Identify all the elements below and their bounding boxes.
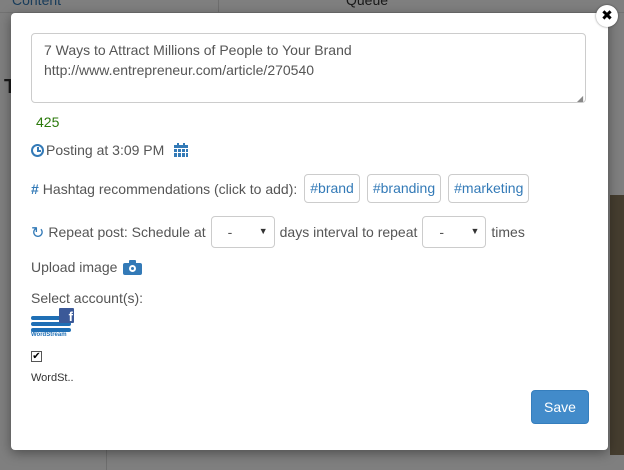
repeat-days-select[interactable]: - ▼ xyxy=(210,216,275,248)
camera-icon[interactable] xyxy=(123,259,143,275)
account-name: WordSt.. xyxy=(31,372,74,384)
character-count: 425 xyxy=(36,114,60,130)
repeat-label-prefix: Repeat post: Schedule at xyxy=(48,224,206,240)
facebook-icon: f xyxy=(59,308,74,324)
repeat-label-middle: days interval to repeat xyxy=(279,224,418,240)
wordstream-logo: WordStream f xyxy=(31,308,77,340)
posting-time-row: Posting at 3:09 PM xyxy=(31,142,189,158)
hashtag-label: Hashtag recommendations (click to add): xyxy=(42,180,298,197)
post-text-input[interactable]: 7 Ways to Attract Millions of People to … xyxy=(31,33,586,103)
calendar-icon[interactable] xyxy=(174,143,189,157)
logo-text: WordStream xyxy=(31,332,67,338)
posting-time-label: Posting at 3:09 PM xyxy=(46,142,165,158)
chevron-down-icon: ▼ xyxy=(470,226,480,236)
resize-grip-icon[interactable]: ◢ xyxy=(577,95,585,103)
refresh-icon: ↻ xyxy=(31,222,45,242)
hashtag-branding-button[interactable]: #branding xyxy=(366,174,442,203)
account-item[interactable]: WordStream f ✔ WordSt.. xyxy=(31,308,81,384)
close-icon[interactable]: ✖ xyxy=(596,5,618,27)
repeat-times-select[interactable]: - ▼ xyxy=(422,216,487,248)
repeat-days-value: - xyxy=(227,224,233,240)
save-button[interactable]: Save xyxy=(531,390,589,424)
clock-icon xyxy=(31,143,44,157)
hash-icon: # xyxy=(31,180,39,197)
hashtag-marketing-button[interactable]: #marketing xyxy=(448,174,530,203)
repeat-label-suffix: times xyxy=(491,224,525,240)
compose-modal: 7 Ways to Attract Millions of People to … xyxy=(11,13,608,450)
select-accounts-label: Select account(s): xyxy=(31,290,144,306)
select-accounts-row: Select account(s): xyxy=(31,290,143,306)
repeat-times-value: - xyxy=(439,224,445,240)
repeat-post-row: ↻ Repeat post: Schedule at - ▼ days inte… xyxy=(31,216,525,248)
upload-image-label: Upload image xyxy=(31,259,118,275)
account-checkbox[interactable]: ✔ xyxy=(31,351,42,362)
hashtag-brand-button[interactable]: #brand xyxy=(304,174,360,203)
upload-image-row: Upload image xyxy=(31,259,143,275)
chevron-down-icon: ▼ xyxy=(258,226,268,236)
hashtag-row: # Hashtag recommendations (click to add)… xyxy=(31,174,530,203)
